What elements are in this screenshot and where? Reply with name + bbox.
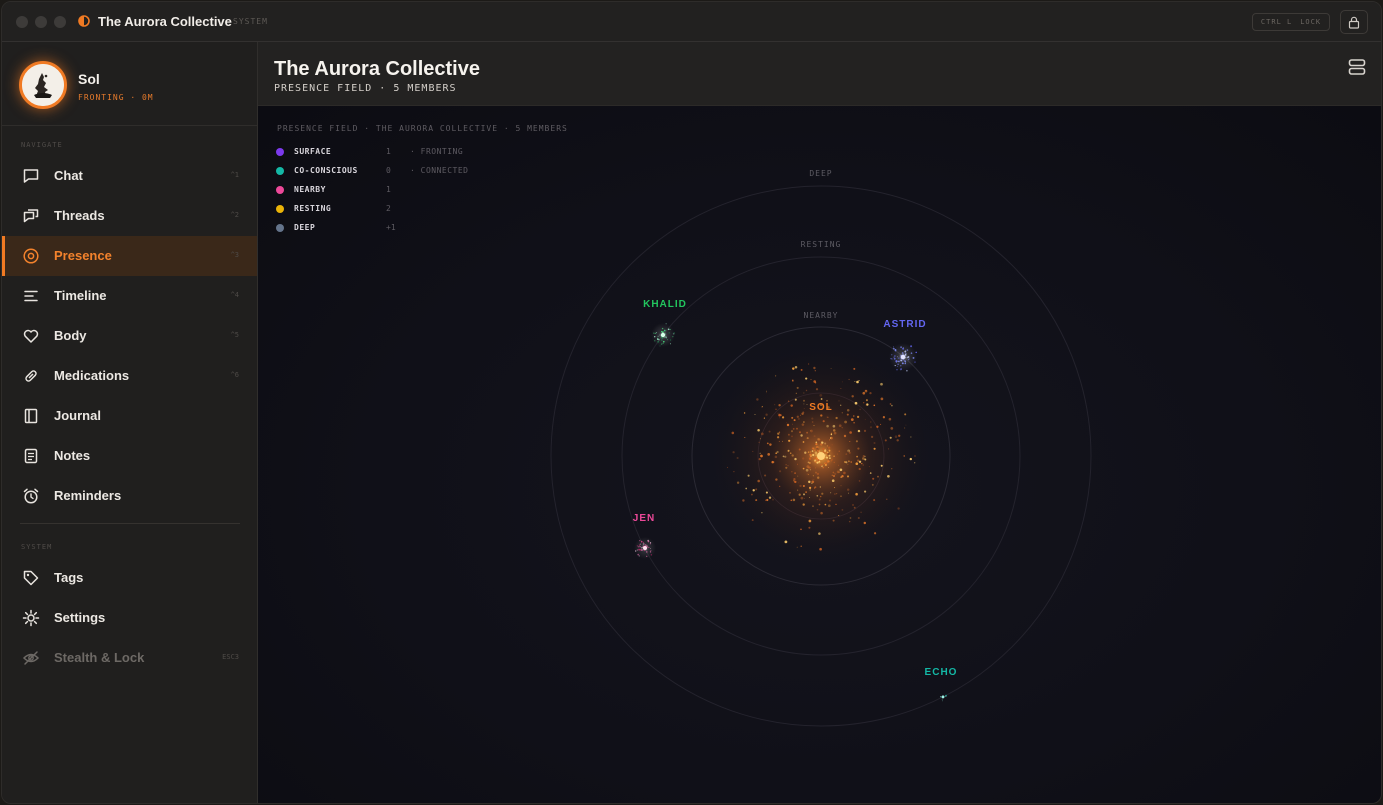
maximize-window-button[interactable] [54, 16, 66, 28]
jen-node[interactable] [643, 546, 647, 550]
nav-body[interactable]: Body ^5 [2, 316, 257, 356]
member-label-jen: JEN [633, 513, 655, 524]
nav-label: Presence [54, 248, 112, 263]
notes-icon [24, 448, 38, 464]
nav-shortcut: ^3 [230, 251, 239, 259]
eye-off-icon [22, 651, 40, 665]
app-subtitle: SYSTEM [233, 17, 268, 26]
nav-shortcut: ^5 [230, 331, 239, 339]
tag-icon [23, 570, 39, 586]
member-label-khalid: KHALID [643, 299, 687, 310]
nav-presence[interactable]: Presence ^3 [2, 236, 257, 276]
chat-bubble-icon [23, 169, 39, 183]
ring-label-deep: DEEP [809, 169, 832, 178]
lock-shortcut-hint: CTRL L LOCK [1252, 13, 1330, 31]
avatar-figure-icon [22, 64, 64, 106]
main-panel: The Aurora Collective PRESENCE FIELD · 5… [258, 42, 1381, 803]
nav-label: Settings [54, 610, 106, 625]
astrid-node[interactable] [900, 354, 906, 360]
journal-icon [24, 408, 38, 424]
system-section-label: SYSTEM [21, 543, 53, 551]
nav-label: Stealth & Lock [54, 650, 145, 665]
nav-shortcut: ^6 [230, 371, 239, 379]
nav-label: Journal [54, 408, 101, 423]
alarm-clock-icon [23, 488, 39, 504]
ring-label-resting: RESTING [801, 240, 842, 249]
nav-label: Reminders [54, 488, 122, 503]
layout-toggle-icon[interactable] [1348, 58, 1366, 76]
sidebar: Sol FRONTING · 0M NAVIGATE Chat ^1 Threa… [2, 42, 258, 803]
main-header: The Aurora Collective PRESENCE FIELD · 5… [258, 42, 1381, 106]
nav-label: Medications [54, 368, 130, 383]
nav-shortcut: ^2 [230, 211, 239, 219]
avatar [19, 61, 67, 109]
profile-card[interactable]: Sol FRONTING · 0M [2, 42, 257, 126]
title-bar: The Aurora Collective SYSTEM CTRL L LOCK [2, 2, 1381, 42]
page-title: The Aurora Collective [274, 58, 480, 80]
nav-timeline[interactable]: Timeline ^4 [2, 276, 257, 316]
echo-node[interactable] [941, 695, 945, 699]
nav-label: Notes [54, 448, 91, 463]
presence-orbit-map: DEEP RESTING NEARBY SOL KHALID ASTRID JE… [550, 169, 1092, 727]
nav-medications[interactable]: Medications ^6 [2, 356, 257, 396]
nav-journal[interactable]: Journal [2, 396, 257, 436]
nav-chat[interactable]: Chat ^1 [2, 156, 257, 196]
nav-shortcut: ESC3 [222, 653, 239, 661]
ring-label-nearby: NEARBY [804, 311, 839, 320]
profile-status: FRONTING · 0M [78, 93, 154, 102]
heart-icon [23, 329, 39, 343]
sidebar-divider [20, 523, 240, 524]
gear-icon [22, 609, 40, 627]
nav-tags[interactable]: Tags [2, 558, 257, 598]
app-title: The Aurora Collective [98, 14, 232, 29]
half-circle-logo-icon [78, 15, 90, 27]
app-window: The Aurora Collective SYSTEM CTRL L LOCK [1, 1, 1382, 804]
threads-icon [23, 209, 39, 223]
nav-label: Body [54, 328, 87, 343]
member-label-sol: SOL [809, 402, 833, 413]
nav-shortcut: ^1 [230, 171, 239, 179]
profile-name: Sol [78, 71, 100, 87]
nav-shortcut: ^4 [230, 291, 239, 299]
nav-label: Tags [54, 570, 84, 585]
minimize-window-button[interactable] [35, 16, 47, 28]
lock-button[interactable] [1340, 10, 1368, 34]
nav-settings[interactable]: Settings [2, 598, 257, 638]
lock-icon [1348, 16, 1360, 29]
member-label-echo: ECHO [925, 667, 958, 678]
khalid-node[interactable] [660, 332, 666, 338]
nav-stealth-lock[interactable]: Stealth & Lock ESC3 [2, 638, 257, 678]
shortcut-action: LOCK [1300, 18, 1322, 26]
page-subtitle: PRESENCE FIELD · 5 MEMBERS [274, 83, 457, 94]
sol-node[interactable] [817, 452, 825, 460]
shortcut-keys: CTRL L [1260, 18, 1293, 26]
navigate-section-label: NAVIGATE [21, 141, 63, 149]
nav-label: Threads [54, 208, 105, 223]
member-label-astrid: ASTRID [883, 319, 926, 330]
nav-label: Timeline [54, 288, 107, 303]
nav-label: Chat [54, 168, 83, 183]
presence-field: PRESENCE FIELD · THE AURORA COLLECTIVE ·… [258, 106, 1381, 803]
close-window-button[interactable] [16, 16, 28, 28]
nav-threads[interactable]: Threads ^2 [2, 196, 257, 236]
target-icon [23, 248, 39, 264]
pill-icon [25, 370, 37, 382]
nav-notes[interactable]: Notes [2, 436, 257, 476]
nav-reminders[interactable]: Reminders [2, 476, 257, 516]
timeline-icon [24, 290, 38, 302]
